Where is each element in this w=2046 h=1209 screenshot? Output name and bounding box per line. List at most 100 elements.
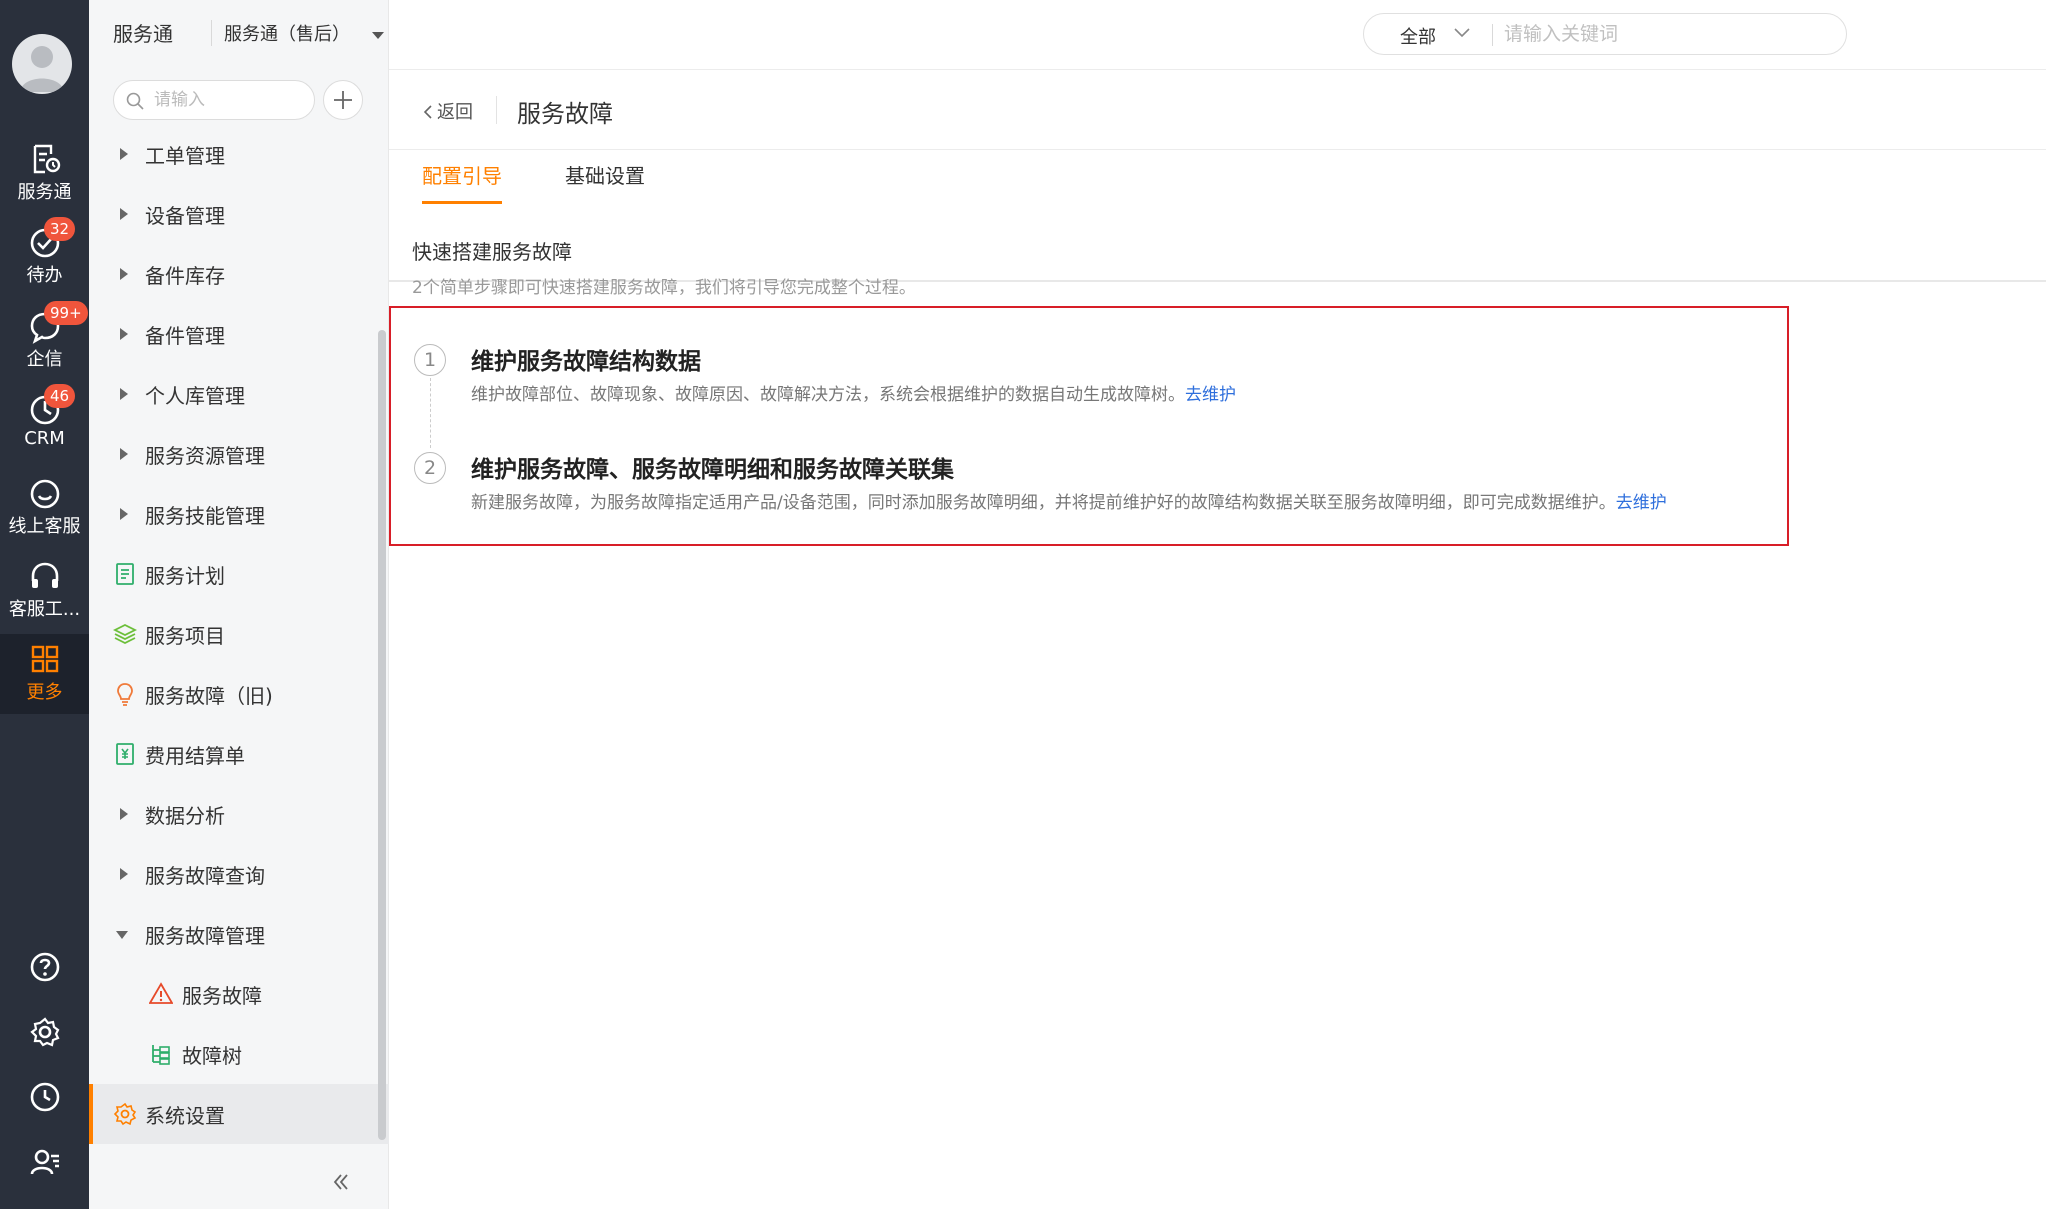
- sidebar-title: 服务通: [113, 22, 173, 46]
- step-title: 维护服务故障、服务故障明细和服务故障关联集: [471, 457, 954, 483]
- gear-icon: [113, 1102, 137, 1126]
- sidebar-item-service-items[interactable]: 服务项目: [89, 604, 389, 664]
- sidebar-search: [113, 80, 315, 120]
- go-maintain-link[interactable]: 去维护: [1616, 493, 1667, 513]
- page-title: 服务故障: [517, 100, 613, 128]
- sidebar-item-work-orders[interactable]: 工单管理: [89, 124, 389, 184]
- expand-arrow-icon: [120, 448, 128, 460]
- rail-label: CRM: [24, 428, 65, 449]
- steps-panel: 1 维护服务故障结构数据 维护故障部位、故障现象、故障原因、故障解决方法，系统会…: [389, 306, 1789, 546]
- collapse-double-chevron-icon[interactable]: [329, 1170, 353, 1194]
- expand-arrow-icon: [120, 208, 128, 220]
- caret-down-icon[interactable]: [372, 32, 384, 39]
- sidebar-divider: [211, 20, 212, 46]
- step-number: 1: [414, 344, 446, 376]
- app-select[interactable]: 服务通（售后）: [224, 20, 350, 46]
- sidebar-item-settlement[interactable]: 费用结算单: [89, 724, 389, 784]
- clock-icon: [30, 1082, 59, 1112]
- sidebar-item-fault-management[interactable]: 服务故障管理: [89, 904, 389, 964]
- chat-badge: 99+: [44, 301, 88, 325]
- sidebar-item-label: 服务项目: [145, 624, 225, 648]
- grid-more-icon: [31, 645, 58, 673]
- rail-label: 客服工...: [8, 599, 81, 620]
- sidebar-item-label: 备件库存: [145, 264, 225, 288]
- help-button[interactable]: [0, 942, 89, 992]
- header-divider: [496, 96, 497, 124]
- search-scope-select[interactable]: 全部: [1400, 23, 1436, 49]
- step-title: 维护服务故障结构数据: [471, 349, 701, 375]
- lightbulb-icon: [117, 683, 133, 706]
- chevron-down-icon[interactable]: [1454, 28, 1470, 38]
- help-icon: [30, 952, 59, 982]
- sidebar-item-fault-query[interactable]: 服务故障查询: [89, 844, 389, 904]
- warning-triangle-icon: [149, 982, 173, 1004]
- global-search: 全部: [1363, 13, 1847, 55]
- expand-arrow-icon: [120, 328, 128, 340]
- expand-arrow-icon: [120, 388, 128, 400]
- rail-item-chat[interactable]: 99+ 企信: [0, 301, 89, 381]
- sidebar-search-input[interactable]: [154, 87, 304, 113]
- rail-item-service[interactable]: 服务通: [0, 134, 89, 214]
- sidebar-item-label: 服务计划: [145, 564, 225, 588]
- plus-icon: [334, 91, 352, 109]
- guide-title: 快速搭建服务故障: [412, 240, 572, 264]
- rail-item-crm[interactable]: 46 CRM: [0, 384, 89, 464]
- avatar[interactable]: [12, 34, 72, 94]
- main-content: 返回 服务故障 配置引导 基础设置 快速搭建服务故障 2个简单步骤即可快速搭建服…: [389, 70, 2046, 1209]
- search-icon: [126, 92, 144, 110]
- tab-basic-settings[interactable]: 基础设置: [565, 160, 645, 201]
- headset-icon: [31, 562, 58, 588]
- online-service-icon: [30, 479, 59, 509]
- sidebar-item-data-analysis[interactable]: 数据分析: [89, 784, 389, 844]
- sidebar-item-label: 备件管理: [145, 324, 225, 348]
- left-rail: 服务通 32 待办 99+ 企信 46 CRM 线上客服 客服工... 更多: [0, 0, 89, 1209]
- layers-icon: [113, 623, 137, 645]
- sidebar-item-label: 服务故障查询: [145, 864, 265, 888]
- tree-icon: [152, 1045, 170, 1065]
- plan-list-icon: [116, 563, 134, 585]
- go-maintain-link[interactable]: 去维护: [1185, 385, 1236, 405]
- history-button[interactable]: [0, 1072, 89, 1122]
- sidebar-item-label: 服务故障（旧): [145, 684, 273, 708]
- sidebar-scrollbar[interactable]: [378, 330, 386, 1140]
- sidebar-item-equipment[interactable]: 设备管理: [89, 184, 389, 244]
- sidebar-item-label: 数据分析: [145, 804, 225, 828]
- sidebar-item-service-plan[interactable]: 服务计划: [89, 544, 389, 604]
- rail-label: 更多: [26, 682, 63, 703]
- sidebar-item-label: 服务故障: [182, 984, 262, 1008]
- sidebar-item-label: 服务资源管理: [145, 444, 265, 468]
- back-button[interactable]: 返回: [423, 98, 473, 124]
- expand-arrow-icon: [120, 808, 128, 820]
- rail-item-headset[interactable]: 客服工...: [0, 551, 89, 631]
- rail-item-todo[interactable]: 32 待办: [0, 217, 89, 297]
- tab-config-guide[interactable]: 配置引导: [422, 160, 502, 204]
- sidebar-item-personal-stock[interactable]: 个人库管理: [89, 364, 389, 424]
- rail-label: 服务通: [17, 182, 72, 203]
- page-header: 返回 服务故障: [389, 70, 2046, 150]
- step-connector: [430, 378, 431, 448]
- sidebar-item-label: 费用结算单: [145, 744, 245, 768]
- rail-item-more[interactable]: 更多: [0, 634, 89, 714]
- secondary-sidebar: 服务通 服务通（售后） 工单管理 设备管理: [89, 0, 389, 1209]
- sidebar-item-label: 服务故障管理: [145, 924, 265, 948]
- gear-icon: [29, 1017, 60, 1047]
- sidebar-item-service-fault[interactable]: 服务故障: [89, 964, 389, 1024]
- sidebar-item-label: 个人库管理: [145, 384, 245, 408]
- sidebar-item-spare-stock[interactable]: 备件库存: [89, 244, 389, 304]
- sidebar-item-spare-parts[interactable]: 备件管理: [89, 304, 389, 364]
- sidebar-item-service-skills[interactable]: 服务技能管理: [89, 484, 389, 544]
- settings-button[interactable]: [0, 1007, 89, 1057]
- contacts-button[interactable]: [0, 1137, 89, 1187]
- sidebar-item-label: 故障树: [182, 1044, 242, 1068]
- rail-item-online-service[interactable]: 线上客服: [0, 468, 89, 548]
- add-button[interactable]: [323, 80, 363, 120]
- search-divider: [1492, 24, 1493, 46]
- rail-label: 线上客服: [8, 516, 81, 537]
- sidebar-item-fault-tree[interactable]: 故障树: [89, 1024, 389, 1084]
- sidebar-item-label: 服务技能管理: [145, 504, 265, 528]
- sidebar-item-service-resources[interactable]: 服务资源管理: [89, 424, 389, 484]
- sidebar-item-service-fault-old[interactable]: 服务故障（旧): [89, 664, 389, 724]
- step-description-text: 新建服务故障，为服务故障指定适用产品/设备范围，同时添加服务故障明细，并将提前维…: [471, 493, 1616, 513]
- global-search-input[interactable]: [1504, 20, 1824, 48]
- sidebar-item-system-settings[interactable]: 系统设置: [89, 1084, 389, 1144]
